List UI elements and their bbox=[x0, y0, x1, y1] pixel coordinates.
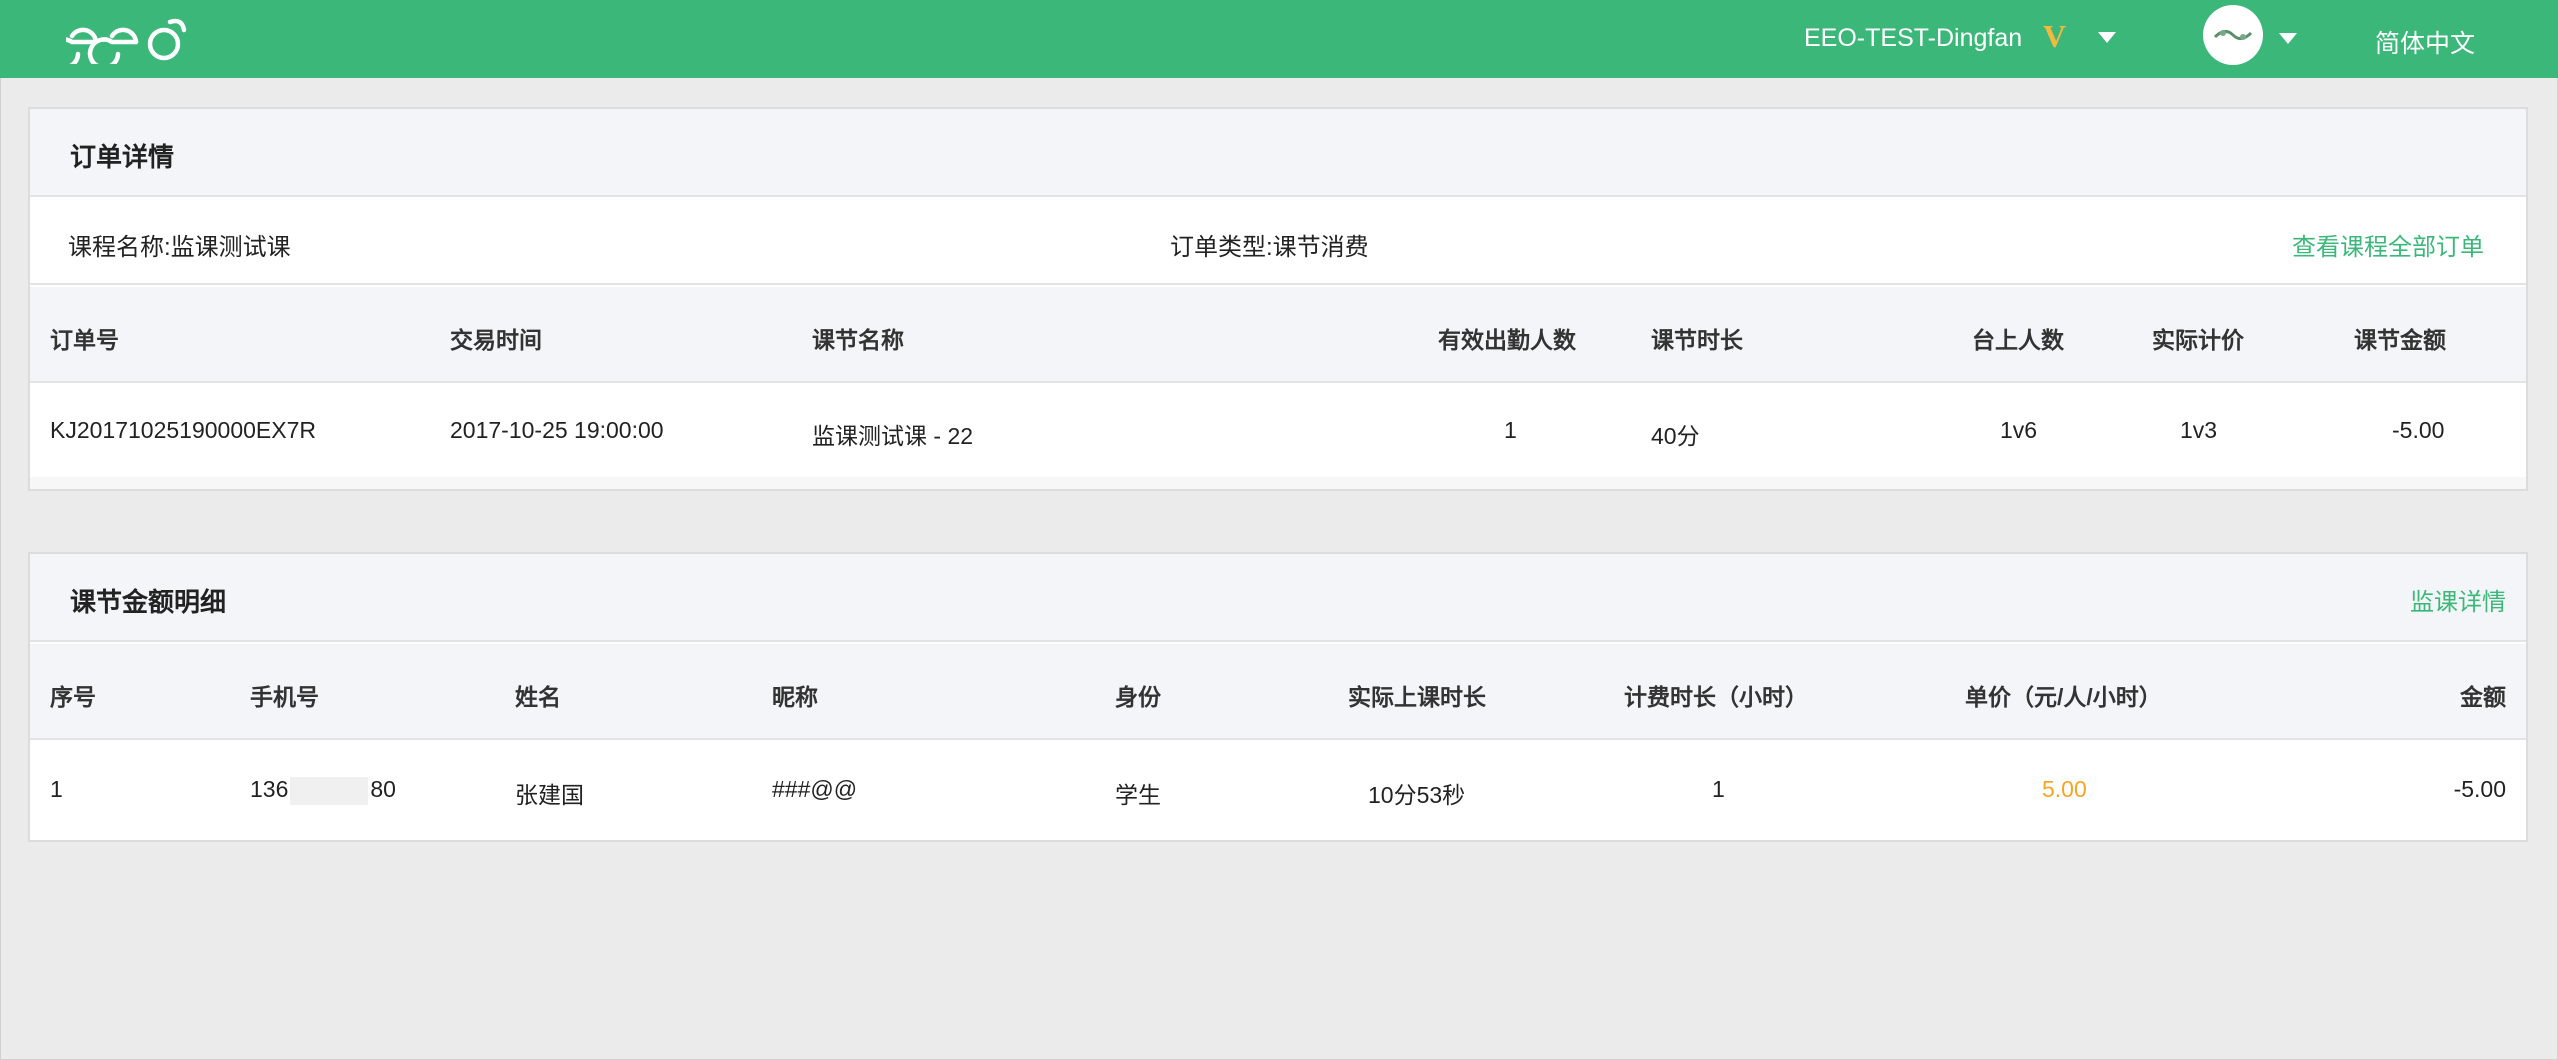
order-no-cell: KJ20171025190000EX7R bbox=[50, 417, 317, 443]
phone-suffix: 80 bbox=[370, 776, 396, 802]
col-index: 序号 bbox=[50, 684, 96, 710]
course-name-label: 课程名称: bbox=[68, 234, 171, 261]
col-duration: 课节时长 bbox=[1651, 327, 1743, 353]
col-unit-price: 单价（元/人/小时） bbox=[1965, 684, 2162, 710]
col-name: 姓名 bbox=[515, 684, 561, 710]
billing-cell: 1v3 bbox=[2180, 417, 2218, 443]
course-name-info: 课程名称:监课测试课 bbox=[68, 227, 291, 262]
nickname-cell: ###@@ bbox=[772, 776, 858, 802]
order-type-label: 订单类型: bbox=[1170, 234, 1273, 261]
col-trade-time: 交易时间 bbox=[450, 327, 542, 353]
col-attendance: 有效出勤人数 bbox=[1438, 327, 1576, 353]
lesson-amount-cell: -5.00 bbox=[2392, 417, 2445, 443]
order-type-info: 订单类型:课节消费 bbox=[1170, 227, 1369, 262]
col-billing-hours: 计费时长（小时） bbox=[1624, 684, 1808, 710]
actual-duration-cell: 10分53秒 bbox=[1368, 782, 1466, 808]
amount-detail-title: 课节金额明细 bbox=[70, 587, 227, 617]
order-detail-panel: 订单详情 课程名称:监课测试课 订单类型:课节消费 查看课程全部订单 订单号 交… bbox=[28, 107, 2528, 491]
course-name-value: 监课测试课 bbox=[170, 234, 291, 261]
order-detail-title: 订单详情 bbox=[70, 142, 175, 172]
order-info-row: 课程名称:监课测试课 订单类型:课节消费 查看课程全部订单 bbox=[30, 197, 2526, 285]
language-switcher[interactable]: 简体中文 bbox=[2375, 24, 2475, 60]
col-lesson-name: 课节名称 bbox=[812, 327, 904, 353]
col-order-no: 订单号 bbox=[50, 327, 119, 353]
col-billing: 实际计价 bbox=[2152, 327, 2244, 353]
duration-cell: 40分 bbox=[1651, 423, 1700, 449]
col-on-stage: 台上人数 bbox=[1972, 327, 2064, 353]
monitor-detail-link[interactable]: 监课详情 bbox=[2410, 582, 2506, 617]
trade-time-cell: 2017-10-25 19:00:00 bbox=[450, 417, 664, 443]
col-nickname: 昵称 bbox=[772, 684, 818, 710]
amount-detail-header: 课节金额明细 监课详情 bbox=[30, 554, 2526, 642]
order-detail-header: 订单详情 bbox=[30, 109, 2526, 197]
phone-prefix: 136 bbox=[250, 776, 289, 802]
vip-badge-icon: V bbox=[2043, 18, 2067, 54]
billing-hours-cell: 1 bbox=[1712, 776, 1725, 802]
on-stage-cell: 1v6 bbox=[2000, 417, 2038, 443]
col-lesson-amount: 课节金额 bbox=[2354, 327, 2446, 353]
phone-mask bbox=[290, 776, 369, 805]
col-phone: 手机号 bbox=[250, 684, 319, 710]
col-amount: 金额 bbox=[2460, 684, 2506, 710]
user-name[interactable]: EEO-TEST-Dingfan bbox=[1804, 24, 2022, 53]
top-navbar: EEO-TEST-Dingfan V 简体中文 bbox=[0, 0, 2558, 78]
avatar-menu-chevron-down-icon[interactable] bbox=[2279, 33, 2297, 44]
amount-cell: -5.00 bbox=[2453, 776, 2506, 802]
role-cell: 学生 bbox=[1115, 782, 1161, 808]
attendance-cell: 1 bbox=[1504, 417, 1517, 443]
col-actual-duration: 实际上课时长 bbox=[1348, 684, 1486, 710]
phone-cell: 136 80 bbox=[250, 776, 396, 805]
lesson-name-cell: 监课测试课 - 22 bbox=[812, 423, 974, 449]
panel-footer-strip bbox=[30, 477, 2526, 489]
table-row: KJ20171025190000EX7R 2017-10-25 19:00:00… bbox=[30, 383, 2526, 479]
index-cell: 1 bbox=[50, 776, 63, 802]
order-type-value: 课节消费 bbox=[1272, 234, 1369, 261]
order-table-header: 订单号 交易时间 课节名称 有效出勤人数 课节时长 台上人数 实际计价 课节金额 bbox=[30, 287, 2526, 383]
table-row: 1 136 80 张建国 ###@@ 学生 10分53秒 1 5.00 -5.00 bbox=[30, 740, 2526, 840]
col-role: 身份 bbox=[1115, 684, 1161, 710]
amount-table-header: 序号 手机号 姓名 昵称 身份 实际上课时长 计费时长（小时） 单价（元/人/小… bbox=[30, 644, 2526, 740]
eeo-logo[interactable] bbox=[47, 12, 192, 70]
unit-price-cell: 5.00 bbox=[2042, 776, 2087, 802]
user-menu-chevron-down-icon[interactable] bbox=[2098, 32, 2116, 43]
amount-detail-panel: 课节金额明细 监课详情 序号 手机号 姓名 昵称 身份 实际上课时长 计费时长（… bbox=[28, 552, 2528, 842]
avatar[interactable] bbox=[2203, 5, 2263, 65]
view-all-orders-link[interactable]: 查看课程全部订单 bbox=[2292, 227, 2484, 262]
name-cell: 张建国 bbox=[515, 782, 584, 808]
